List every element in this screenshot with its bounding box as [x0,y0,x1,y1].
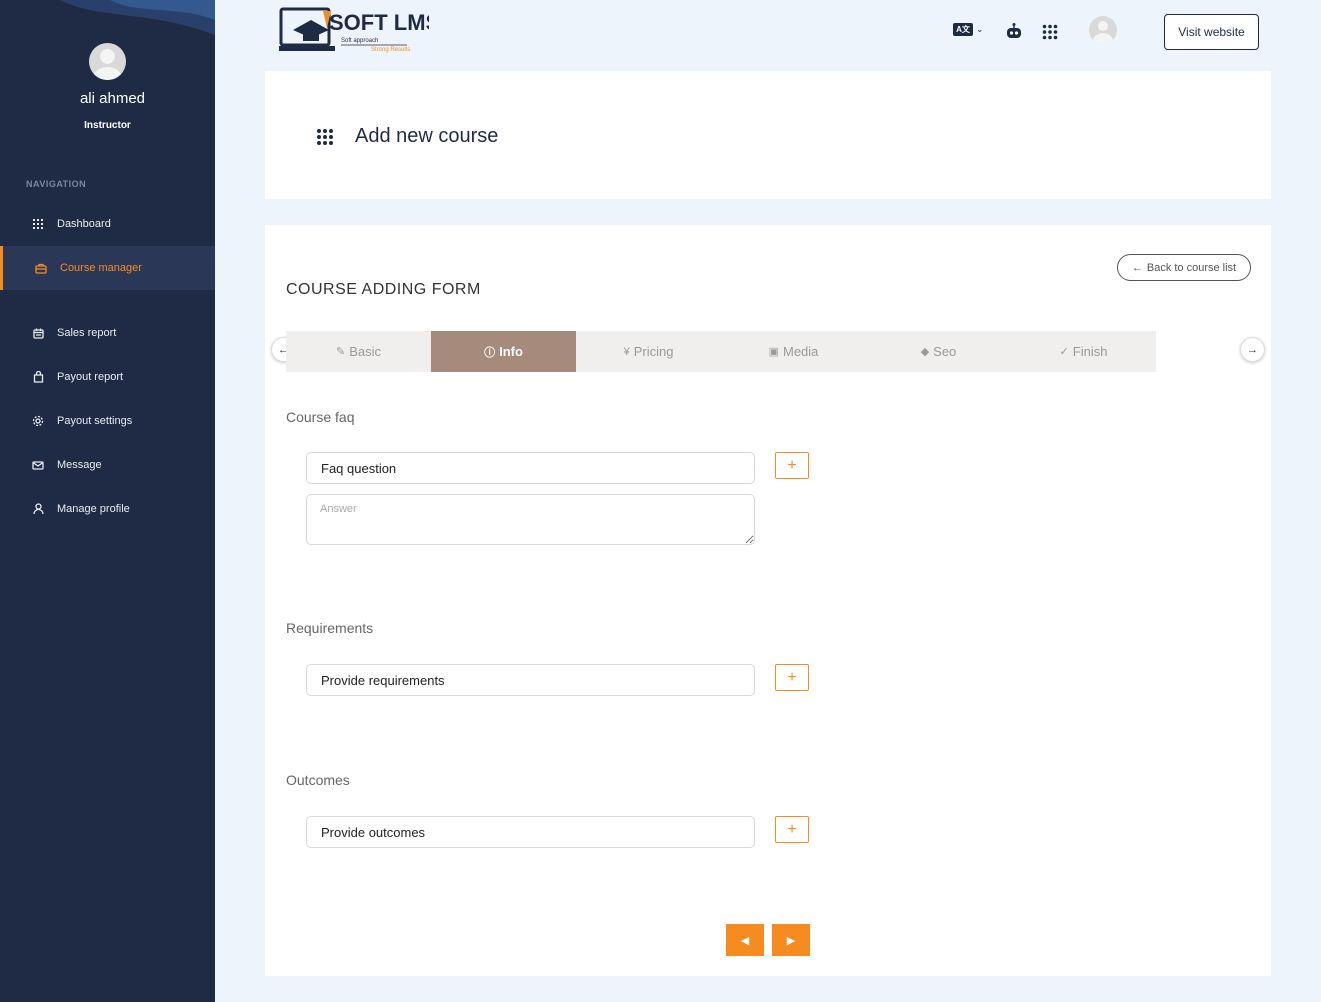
sidebar-item-label: Message [57,459,102,471]
add-outcome-button[interactable]: + [775,816,809,843]
user-avatar [89,43,126,80]
sidebar-item-manage-profile[interactable]: Manage profile [0,487,215,531]
header-avatar[interactable] [1089,16,1117,44]
next-step-button[interactable]: ▶ [772,924,810,956]
sidebar: ali ahmed Instructor NAVIGATION Dashboar… [0,0,215,1002]
tab-label: Info [499,344,523,359]
sidebar-item-payout-report[interactable]: Payout report [0,355,215,399]
sidebar-item-dashboard[interactable]: Dashboard [0,202,215,246]
visit-website-button[interactable]: Visit website [1164,14,1259,50]
check-circle-icon: ✓ [1059,346,1069,358]
sidebar-item-label: Manage profile [57,503,130,515]
requirements-label: Requirements [286,620,374,636]
chevron-down-icon: ⌄ [976,24,984,34]
logo[interactable]: SOFT LMS Soft approach Strong Results [279,6,440,56]
yen-icon: ¥ [623,345,630,358]
svg-text:Strong Results: Strong Results [371,47,410,53]
outcomes-input[interactable] [306,816,755,848]
faq-question-input[interactable] [306,452,755,484]
sidebar-item-label: Course manager [60,262,142,274]
course-form-card: COURSE ADDING FORM ← Back to course list… [265,225,1271,976]
arrow-right-icon: → [1247,343,1258,356]
tabs-next-button[interactable]: → [1240,337,1265,362]
sidebar-item-payout-settings[interactable]: Payout settings [0,399,215,443]
tab-pricing[interactable]: ¥ Pricing [576,331,721,372]
apps-grid-icon [317,129,333,145]
previous-step-button[interactable]: ◀ [726,924,764,956]
translate-icon: A文 [953,23,973,36]
svg-text:Soft approach: Soft approach [341,38,378,44]
arrow-right-icon: ▶ [786,934,796,947]
pen-icon: ✎ [335,346,346,358]
logo-graphic: SOFT LMS Soft approach Strong Results [279,7,440,53]
requirements-input[interactable] [306,664,755,696]
tab-info[interactable]: ⓘ Info [431,331,576,372]
user-role: Instructor [84,120,131,131]
logo-text: SOFT LMS [329,10,429,35]
add-requirement-button[interactable]: + [775,664,809,691]
arrow-left-icon: ← [1131,261,1143,274]
tab-label: Media [782,344,819,359]
form-heading: COURSE ADDING FORM [286,281,481,298]
bag-icon [32,371,44,383]
briefcase-icon [35,262,47,274]
calendar-icon [32,327,44,339]
tab-label: Basic [349,344,381,359]
form-tabs: ✎ Basic ⓘ Info ¥ Pricing ▣ Media ◆ Seo ✓… [286,331,1156,372]
tab-label: Finish [1072,344,1108,359]
tab-finish[interactable]: ✓ Finish [1011,331,1156,372]
add-faq-button[interactable]: + [775,452,809,479]
sidebar-item-sales-report[interactable]: Sales report [0,311,215,355]
sidebar-item-label: Dashboard [57,218,111,230]
course-faq-label: Course faq [286,409,355,425]
gear-icon [32,415,44,427]
sidebar-item-label: Payout report [57,371,124,383]
tab-seo[interactable]: ◆ Seo [866,331,1011,372]
media-icon: ▣ [768,346,779,358]
outcomes-label: Outcomes [286,772,350,788]
user-icon [32,503,44,515]
user-name: ali ahmed [79,90,146,107]
sidebar-wave-decoration [60,0,215,35]
tag-icon: ◆ [920,346,930,358]
envelope-icon [32,459,44,471]
tab-label: Seo [933,344,957,359]
apps-grid-icon[interactable] [1042,24,1058,40]
tab-label: Pricing [633,344,674,359]
info-icon: ⓘ [484,346,496,359]
sidebar-item-message[interactable]: Message [0,443,215,487]
back-to-course-list-button[interactable]: ← Back to course list [1117,254,1251,281]
page-title: Add new course [355,125,499,147]
arrow-left-icon: ◀ [740,934,750,947]
sidebar-item-course-manager[interactable]: Course manager [0,246,215,290]
sidebar-item-label: Payout settings [57,415,133,427]
title-card: Add new course [265,71,1271,199]
faq-answer-textarea[interactable] [306,494,755,545]
sidebar-item-label: Sales report [57,327,117,339]
nav-heading: NAVIGATION [26,179,87,189]
grid-icon [32,218,44,230]
language-switcher[interactable]: A文 ⌄ [953,23,984,36]
tab-basic[interactable]: ✎ Basic [286,331,431,372]
tab-media[interactable]: ▣ Media [721,331,866,372]
back-button-label: Back to course list [1146,261,1237,274]
robot-icon[interactable] [1005,22,1023,40]
